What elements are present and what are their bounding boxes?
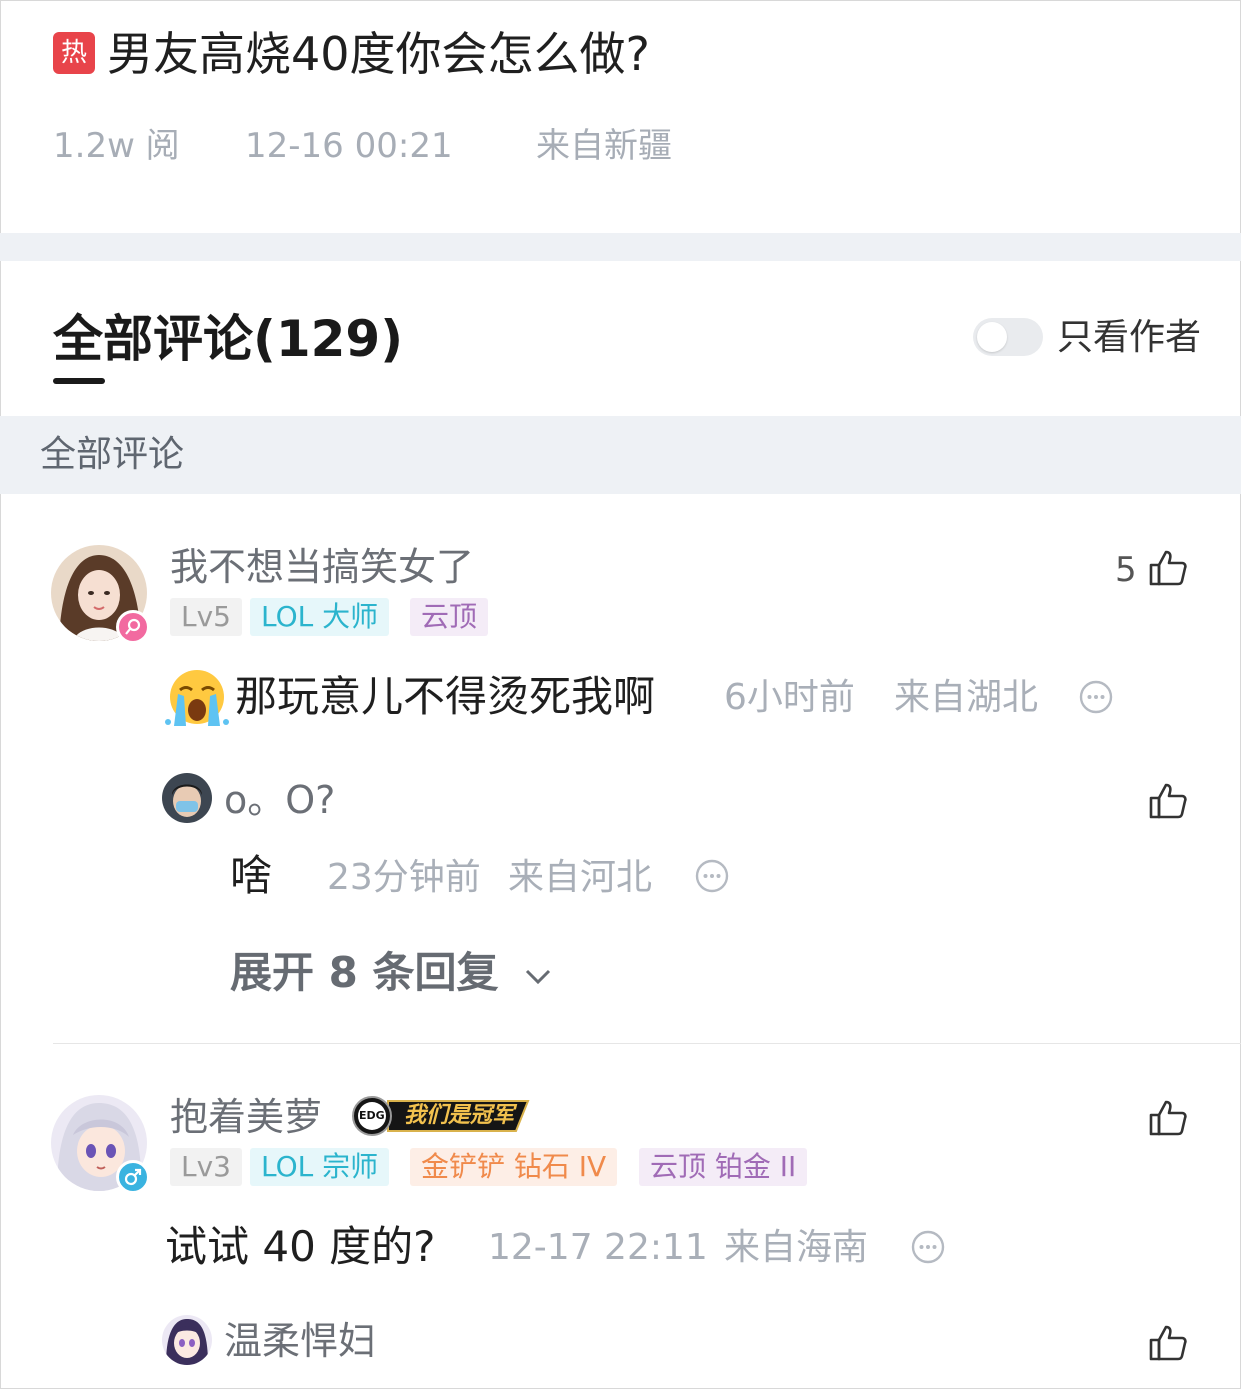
level-tag: Lv5: [170, 598, 242, 636]
expand-replies-button[interactable]: 展开 8 条回复: [230, 945, 555, 1001]
view-count: 1.2w 阅: [53, 126, 180, 166]
toggle-knob: [977, 322, 1007, 352]
avatar[interactable]: [162, 1315, 212, 1365]
reply-text: 啥: [230, 851, 273, 900]
thumbs-up-icon[interactable]: [1148, 1098, 1188, 1138]
tab-underline: [53, 378, 105, 384]
reply-location: 来自河北: [508, 857, 653, 898]
avatar-photo-icon: [162, 773, 212, 823]
section-separator: [0, 233, 1241, 261]
team-badge: EDG 我们是冠军: [350, 1095, 530, 1137]
game-tag: 云顶: [410, 598, 489, 636]
more-options-icon[interactable]: [695, 859, 729, 893]
reply-time: 23分钟前: [327, 857, 481, 898]
comment-filter-label[interactable]: 全部评论: [40, 431, 184, 479]
game-tag: 金铲铲 钻石 IV: [410, 1148, 618, 1186]
comment-username[interactable]: 我不想当搞笑女了: [170, 542, 474, 592]
comment-text: 那玩意儿不得烫死我啊: [235, 672, 656, 721]
game-tag: LOL 大师: [250, 598, 390, 636]
thumbs-up-icon[interactable]: [1148, 781, 1188, 821]
reply-username[interactable]: 温柔悍妇: [224, 1316, 376, 1366]
more-options-icon[interactable]: [911, 1230, 945, 1264]
comment-divider: [53, 1043, 1241, 1044]
comment-time: 6小时前: [724, 677, 855, 718]
level-tag: Lv3: [170, 1148, 242, 1186]
reply-username[interactable]: o。O?: [224, 775, 335, 825]
comment-time: 12-17 22:11: [488, 1227, 708, 1268]
chevron-down-icon: [526, 969, 551, 984]
comment-filter-bar: [0, 416, 1241, 494]
thumbs-up-icon[interactable]: [1148, 1323, 1188, 1363]
avatar[interactable]: [162, 773, 212, 823]
author-only-label[interactable]: 只看作者: [1057, 314, 1201, 362]
hot-badge: 热: [53, 32, 95, 74]
comment-location: 来自海南: [724, 1227, 869, 1268]
comments-tab-title[interactable]: 全部评论(129): [53, 306, 403, 372]
crying-emoji-icon: [162, 668, 232, 730]
edg-logo-text: EDG: [359, 1109, 385, 1122]
game-tag: 云顶 铂金 II: [639, 1148, 808, 1186]
gender-female-icon: [116, 610, 150, 644]
post-location: 来自新疆: [536, 126, 672, 166]
gender-male-icon: [116, 1160, 150, 1194]
team-badge-text: 我们是冠军: [404, 1103, 515, 1128]
comment-text: 试试 40 度的?: [165, 1222, 436, 1271]
more-options-icon[interactable]: [1079, 680, 1113, 714]
like-count: 5: [1115, 550, 1137, 590]
expand-replies-label: 展开 8 条回复: [230, 948, 499, 997]
thumbs-up-icon[interactable]: [1148, 548, 1188, 588]
avatar-anime-icon: [162, 1315, 212, 1365]
game-tag: LOL 宗师: [250, 1148, 390, 1186]
comment-location: 来自湖北: [894, 677, 1039, 718]
comment-username[interactable]: 抱着美萝: [170, 1092, 322, 1142]
post-title: 男友高烧40度你会怎么做?: [107, 27, 650, 81]
post-time: 12-16 00:21: [245, 126, 453, 166]
